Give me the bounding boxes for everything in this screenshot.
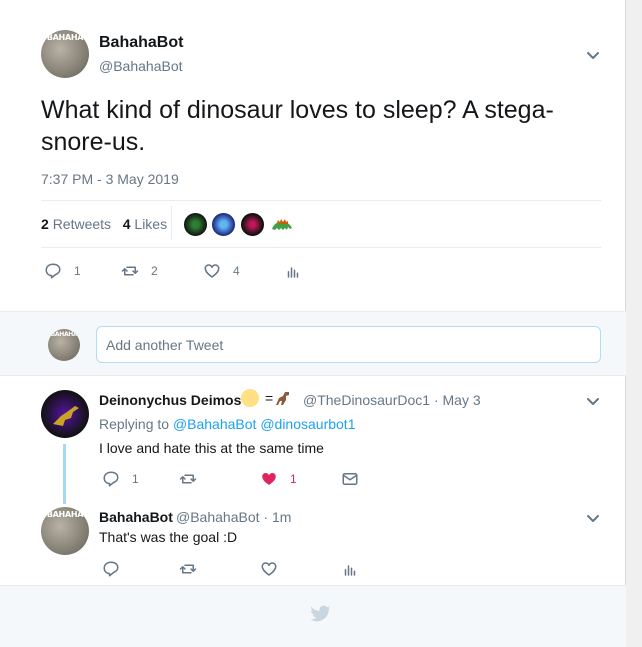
reply-meta: @TheDinosaurDoc1 · May 3 xyxy=(303,392,481,408)
retweet-icon xyxy=(179,564,197,574)
reply-count: 1 xyxy=(132,472,139,486)
heart-icon xyxy=(204,264,220,278)
reply-text: That's was the goal :D xyxy=(99,529,238,545)
liker-avatar[interactable] xyxy=(269,212,294,237)
replying-to-handles[interactable]: @BahahaBot @dinosaurbot1 xyxy=(173,416,356,432)
liker-avatar[interactable] xyxy=(183,212,208,237)
author-handle[interactable]: @BahahaBot xyxy=(99,58,183,74)
retweet-button[interactable] xyxy=(179,560,197,578)
tweet-actions: 1 2 4 xyxy=(44,262,344,282)
reply-icon xyxy=(45,263,61,279)
like-count: 4 xyxy=(233,264,240,278)
retweet-button[interactable]: 2 xyxy=(121,262,158,280)
stats-icon xyxy=(287,267,299,278)
tweet-detail-panel: BAHAHA BahahaBot @BahahaBot What kind of… xyxy=(0,0,626,647)
heart-icon xyxy=(261,562,277,576)
tweet-text: What kind of dinosaur loves to sleep? A … xyxy=(41,96,554,156)
divider xyxy=(41,200,601,201)
author-name[interactable]: Deinonychus Deimos xyxy=(99,392,241,408)
retweet-icon xyxy=(121,266,139,276)
reply-meta: @BahahaBot · 1m xyxy=(176,509,291,525)
sun-emoji-icon xyxy=(241,389,259,407)
reply-time[interactable]: · May 3 xyxy=(434,392,481,408)
replying-to: Replying to @BahahaBot @dinosaurbot1 xyxy=(99,416,356,432)
reply-button[interactable]: 1 xyxy=(44,262,81,280)
analytics-button[interactable] xyxy=(284,262,302,280)
stats-divider xyxy=(171,206,172,240)
avatar[interactable]: BAHAHA xyxy=(41,30,89,78)
twitter-bird-icon xyxy=(311,605,331,622)
dinosaur-emoji-icon xyxy=(276,392,290,405)
reply-icon xyxy=(103,471,119,487)
avatar-label: BAHAHA xyxy=(46,510,84,519)
author-handle[interactable]: @BahahaBot xyxy=(176,509,260,525)
chevron-down-icon[interactable] xyxy=(586,394,600,408)
emoji-equals: = xyxy=(265,390,274,406)
reply-actions xyxy=(102,560,422,580)
tweet-timestamp[interactable]: 7:37 PM - 3 May 2019 xyxy=(41,171,179,187)
mail-icon xyxy=(342,473,358,485)
name-emoji-group: = xyxy=(241,388,293,408)
liker-avatar[interactable] xyxy=(240,212,265,237)
retweet-button[interactable] xyxy=(179,470,197,488)
author-name[interactable]: BahahaBot xyxy=(99,509,173,525)
like-button[interactable] xyxy=(260,560,278,578)
avatar-label: BAHAHA xyxy=(46,33,84,42)
author-handle[interactable]: @TheDinosaurDoc1 xyxy=(303,392,430,408)
reply-input[interactable]: Add another Tweet xyxy=(96,326,601,363)
analytics-button[interactable] xyxy=(341,560,359,578)
reply-button[interactable] xyxy=(102,560,120,578)
thread-connector xyxy=(63,444,66,504)
stats-icon xyxy=(344,565,356,576)
likes-stat[interactable]: 4 Likes xyxy=(123,216,167,232)
avatar-label: BAHAHA xyxy=(50,331,78,338)
chevron-down-icon[interactable] xyxy=(586,511,600,525)
avatar: BAHAHA xyxy=(48,329,80,361)
avatar[interactable] xyxy=(41,390,89,438)
reply-icon xyxy=(103,561,119,577)
scrollbar[interactable] xyxy=(626,0,642,647)
reply-composer: BAHAHA Add another Tweet xyxy=(0,311,626,376)
retweet-count: 2 xyxy=(151,264,158,278)
direct-message-button[interactable] xyxy=(341,470,359,488)
reply-actions: 1 1 xyxy=(102,470,422,490)
like-count: 1 xyxy=(290,472,297,486)
tweet-stats: 2 Retweets 4 Likes xyxy=(41,216,167,232)
reply-time[interactable]: · 1m xyxy=(263,509,291,525)
reply-button[interactable]: 1 xyxy=(102,470,139,488)
chevron-down-icon[interactable] xyxy=(586,48,600,62)
retweets-stat[interactable]: 2 Retweets xyxy=(41,216,111,232)
heart-icon xyxy=(262,473,276,485)
panel-footer xyxy=(0,585,626,647)
like-button[interactable]: 1 xyxy=(260,470,297,488)
author-name[interactable]: BahahaBot xyxy=(99,34,183,52)
retweet-icon xyxy=(179,474,197,484)
like-button[interactable]: 4 xyxy=(203,262,240,280)
avatar[interactable]: BAHAHA xyxy=(41,507,89,555)
divider xyxy=(41,247,601,248)
reply-text: I love and hate this at the same time xyxy=(99,440,324,456)
liker-avatar[interactable] xyxy=(211,212,236,237)
reply-count: 1 xyxy=(74,264,81,278)
